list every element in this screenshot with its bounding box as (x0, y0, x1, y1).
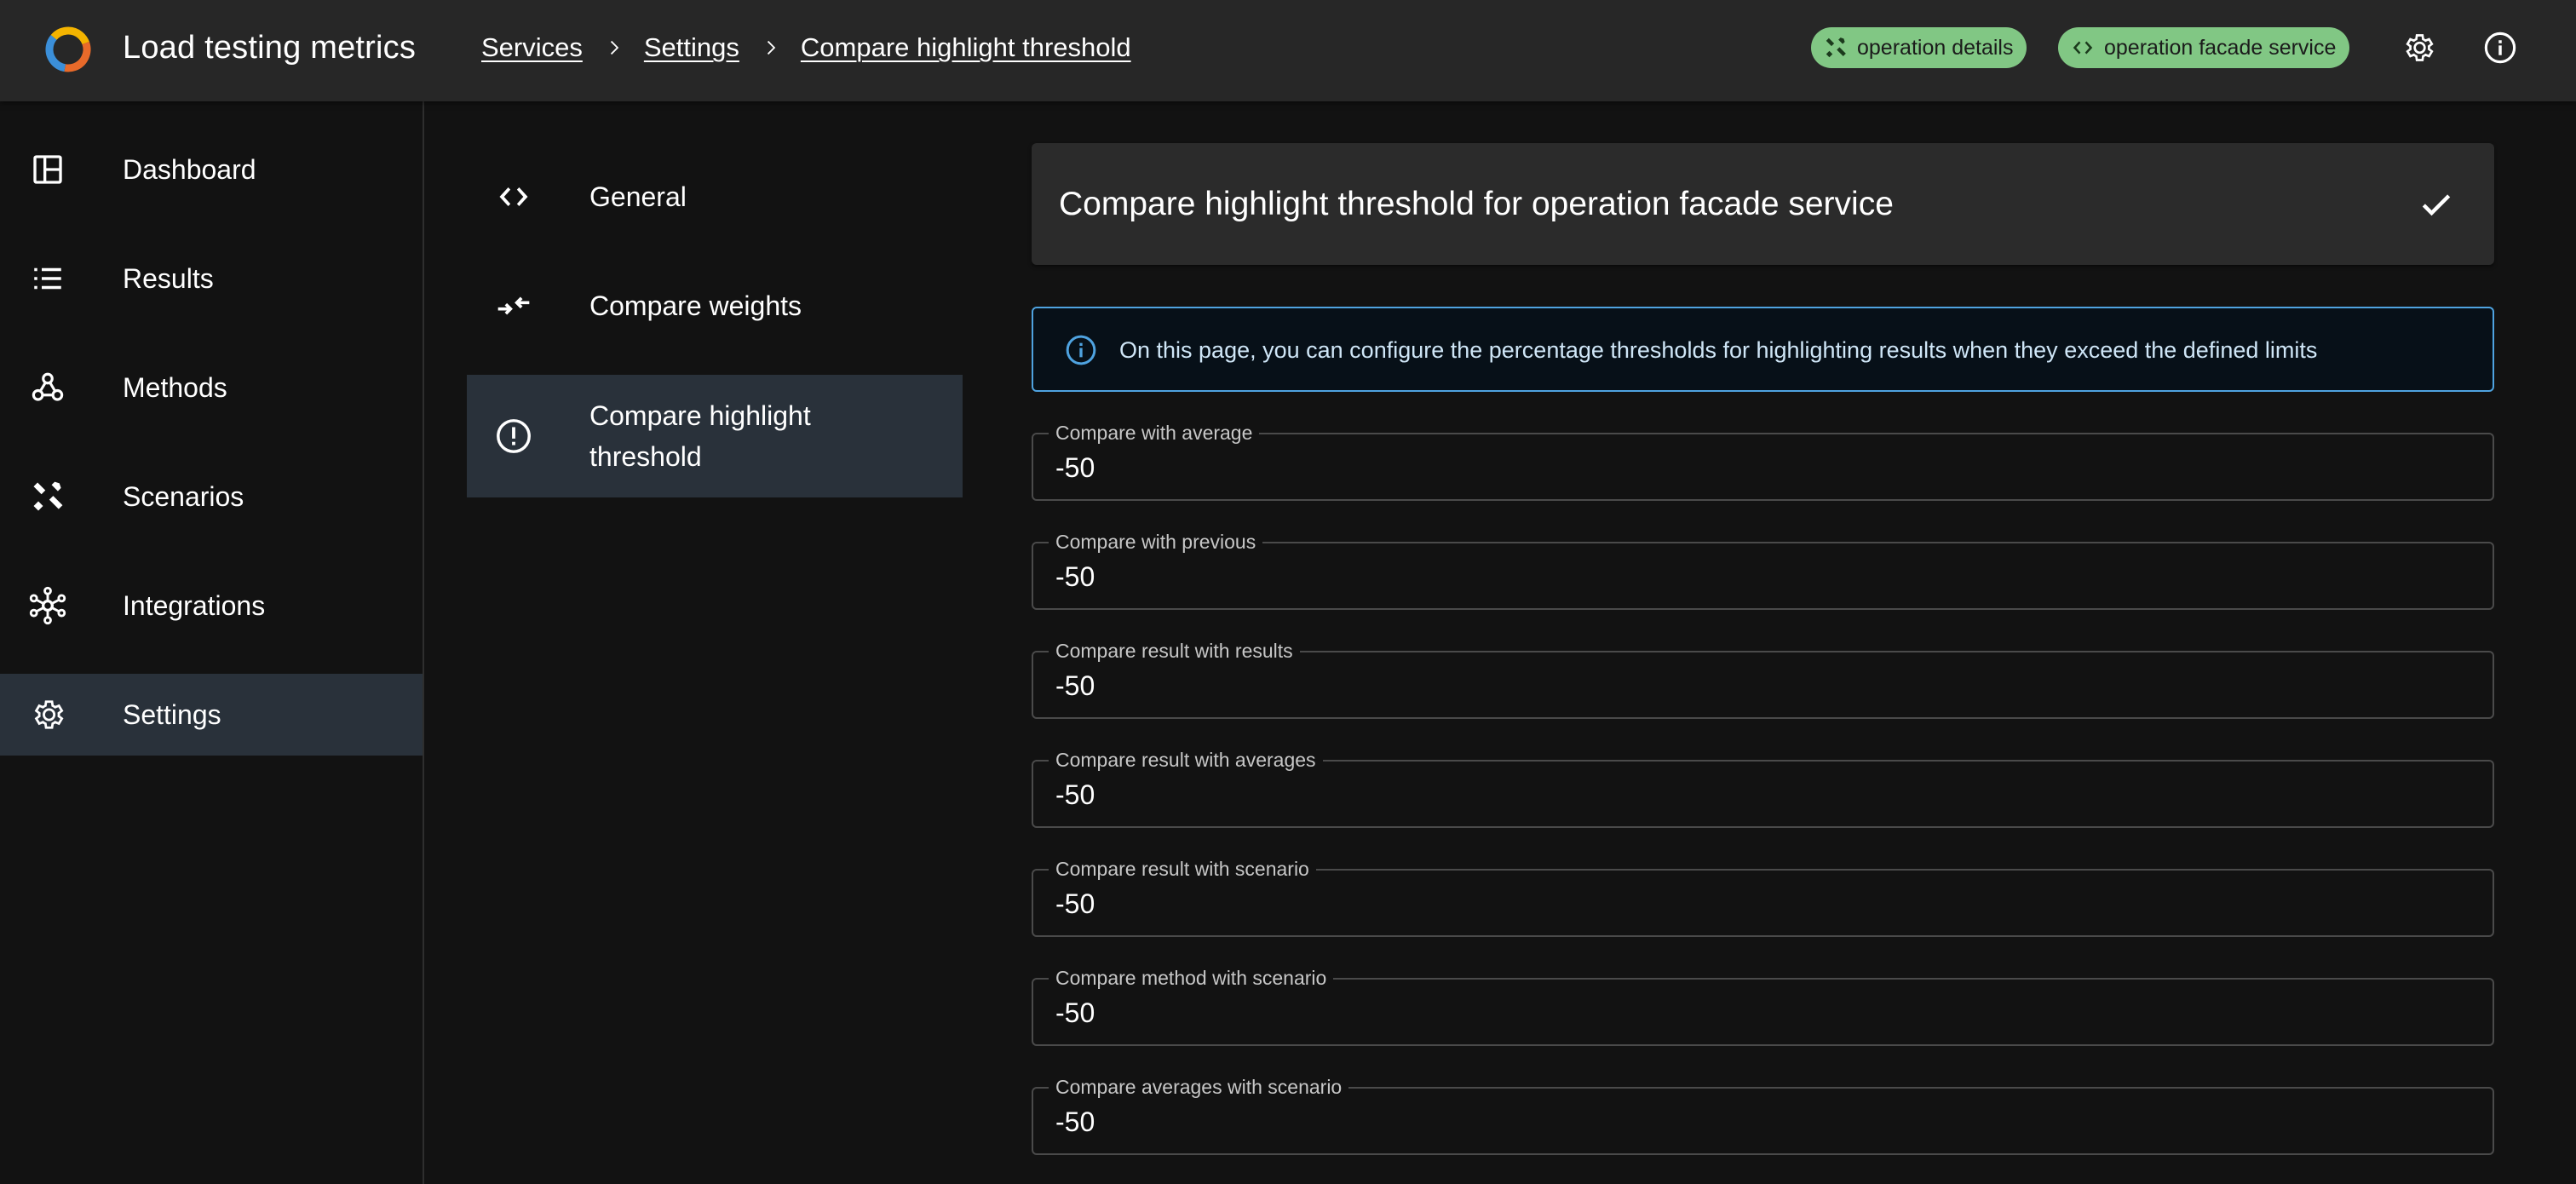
compare-with-previous-input[interactable] (1055, 557, 2418, 596)
threshold-field-average: Compare with average (1032, 421, 2494, 501)
field-label: Compare method with scenario (1049, 966, 1334, 990)
threshold-field-result-results: Compare result with results (1032, 639, 2494, 719)
sidebar-item-label: Scenarios (123, 480, 244, 512)
compare-averages-with-scenario-input[interactable] (1055, 1102, 2418, 1141)
chip-operation-facade-service[interactable]: operation facade service (2058, 27, 2350, 68)
field-label: Compare result with scenario (1049, 857, 1316, 881)
sidebar: Dashboard Results Methods Scenarios Inte… (0, 101, 424, 1184)
breadcrumb-compare-highlight-threshold[interactable]: Compare highlight threshold (801, 32, 1131, 63)
sidebar-item-scenarios[interactable]: Scenarios (0, 456, 423, 537)
sidebar-item-settings[interactable]: Settings (0, 674, 423, 756)
field-label: Compare with previous (1049, 530, 1263, 554)
sidebar-item-methods[interactable]: Methods (0, 347, 423, 428)
chip-operation-details[interactable]: operation details (1811, 27, 2027, 68)
threshold-field-previous: Compare with previous (1032, 530, 2494, 610)
check-icon (2422, 194, 2451, 216)
sidebar-item-label: Settings (123, 698, 221, 730)
sidebar-item-integrations[interactable]: Integrations (0, 565, 423, 647)
subnav-item-compare-weights[interactable]: Compare weights (467, 265, 963, 347)
app-logo-icon[interactable] (42, 23, 95, 76)
tools-icon (28, 477, 67, 516)
alert-circle-icon (494, 417, 533, 456)
code-icon (2073, 41, 2093, 55)
field-label: Compare result with averages (1049, 748, 1323, 772)
chip-label: operation details (1857, 35, 2014, 60)
compare-method-with-scenario-input[interactable] (1055, 993, 2418, 1032)
compare-result-with-scenario-input[interactable] (1055, 884, 2418, 923)
page-title: Compare highlight threshold for operatio… (1059, 186, 1894, 222)
sidebar-item-label: Results (123, 262, 214, 294)
info-icon[interactable] (2478, 26, 2522, 70)
gear-icon[interactable] (2396, 26, 2441, 70)
sidebar-item-label: Integrations (123, 589, 266, 621)
compare-with-average-input[interactable] (1055, 448, 2418, 487)
chip-label: operation facade service (2104, 35, 2337, 60)
dashboard-icon (28, 150, 67, 189)
chevron-right-icon (583, 28, 644, 67)
field-label: Compare result with results (1049, 639, 1300, 663)
compare-arrows-icon (494, 286, 533, 325)
info-alert: On this page, you can configure the perc… (1032, 307, 2494, 392)
app-title: Load testing metrics (123, 30, 417, 66)
field-label: Compare with average (1049, 421, 1260, 445)
threshold-field-method-scenario: Compare method with scenario (1032, 966, 2494, 1046)
code-icon (494, 177, 533, 216)
webhook-icon (28, 368, 67, 407)
tools-icon (1826, 37, 1846, 58)
subnav-item-label: Compare weights (589, 290, 802, 321)
subnav-item-label: Compare highlight threshold (589, 400, 811, 472)
save-button[interactable] (2412, 181, 2460, 228)
settings-card-header: Compare highlight threshold for operatio… (1032, 143, 2494, 265)
sidebar-item-label: Dashboard (123, 153, 256, 185)
sidebar-item-results[interactable]: Results (0, 238, 423, 319)
threshold-field-result-averages: Compare result with averages (1032, 748, 2494, 828)
sidebar-item-dashboard[interactable]: Dashboard (0, 129, 423, 210)
threshold-field-result-scenario: Compare result with scenario (1032, 857, 2494, 937)
breadcrumb-services[interactable]: Services (481, 32, 583, 63)
threshold-field-averages-scenario: Compare averages with scenario (1032, 1075, 2494, 1155)
subnav-item-compare-highlight-threshold[interactable]: Compare highlight threshold (467, 375, 963, 497)
subnav-item-label: General (589, 181, 687, 212)
field-label: Compare averages with scenario (1049, 1075, 1349, 1099)
breadcrumb: Services Settings Compare highlight thre… (481, 28, 1131, 67)
subnav-item-general[interactable]: General (467, 156, 963, 238)
gear-icon (28, 695, 67, 734)
hub-icon (28, 586, 67, 625)
list-icon (28, 259, 67, 298)
info-icon (1066, 335, 1096, 365)
top-app-bar: Load testing metrics Services Settings C… (0, 0, 2576, 101)
sidebar-item-label: Methods (123, 371, 227, 403)
info-alert-text: On this page, you can configure the perc… (1119, 337, 2318, 363)
compare-result-with-averages-input[interactable] (1055, 775, 2418, 814)
chevron-right-icon (739, 28, 801, 67)
breadcrumb-settings[interactable]: Settings (644, 32, 739, 63)
compare-result-with-results-input[interactable] (1055, 666, 2418, 705)
